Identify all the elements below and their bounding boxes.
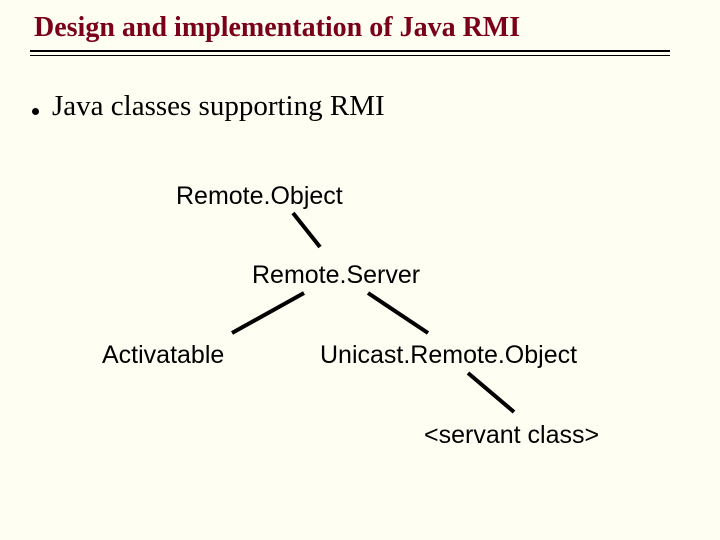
node-remote-server: Remote.Server [252,261,420,290]
node-unicast-remote-object: Unicast.Remote.Object [320,341,577,370]
title-underline-top [30,50,670,52]
node-activatable: Activatable [102,341,224,370]
slide-title: Design and implementation of Java RMI [34,12,520,44]
node-servant-class: <servant class> [424,421,599,450]
bullet-dot [32,108,39,115]
title-underline-bottom [30,55,670,56]
bullet-text: Java classes supporting RMI [52,90,385,123]
node-remote-object: Remote.Object [176,182,343,211]
